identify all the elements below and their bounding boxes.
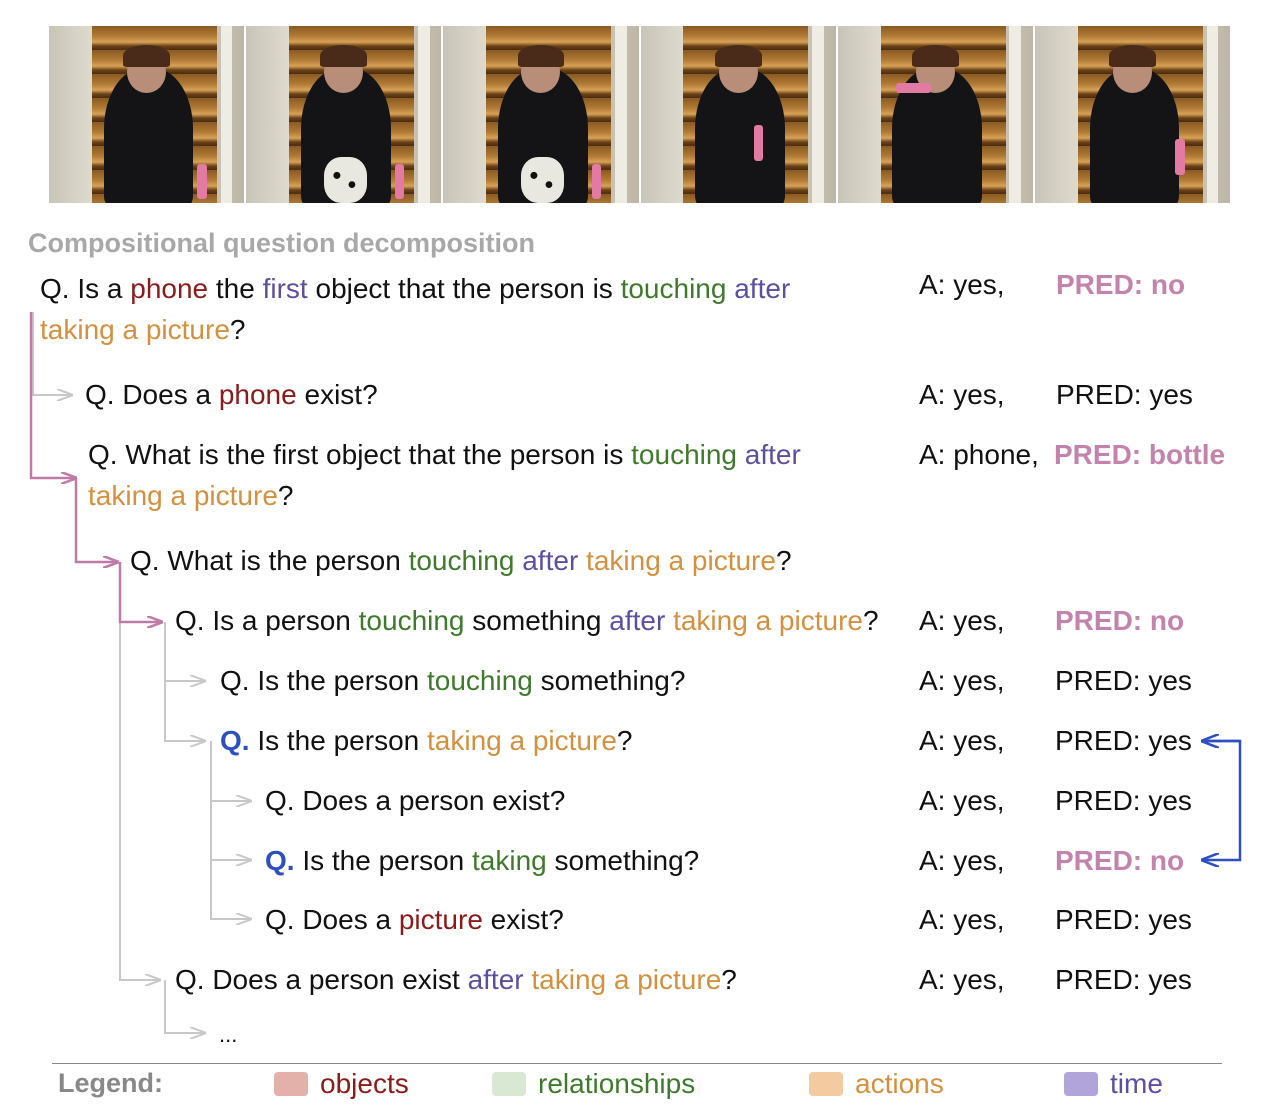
section-title: Compositional question decomposition: [28, 228, 536, 258]
question-taking-picture: Q. Is the person taking a picture?: [220, 725, 633, 756]
legend-swatch-relationships: [492, 1072, 526, 1096]
legend-divider: [52, 1063, 1222, 1064]
prediction-touching-something: PRED: yes: [1055, 665, 1192, 696]
legend-label-actions: actions: [855, 1068, 944, 1099]
video-frame-4: [640, 26, 836, 203]
video-frame-3: [443, 26, 639, 203]
prediction-main: PRED: no: [1056, 269, 1186, 300]
answer-person-exist-after: A: yes,: [919, 964, 1005, 995]
video-frame-2: [246, 26, 442, 203]
answer-touching-something: A: yes,: [919, 665, 1005, 696]
prediction-picture-exist: PRED: yes: [1055, 904, 1192, 935]
question-person-exist: Q. Does a person exist?: [265, 785, 566, 816]
question-ellipsis: ...: [219, 1022, 238, 1047]
video-frame-1: [49, 26, 245, 203]
legend-item-time: time: [1064, 1068, 1163, 1100]
legend-swatch-actions: [809, 1072, 843, 1096]
answer-phone-exist: A: yes,: [919, 379, 1005, 410]
question-taking-something: Q. Is the person taking something?: [265, 845, 700, 876]
legend-item-objects: objects: [274, 1068, 409, 1100]
legend-item-actions: actions: [809, 1068, 944, 1100]
prediction-person-exist-after: PRED: yes: [1055, 964, 1192, 995]
question-phone-exist: Q. Does a phone exist?: [85, 379, 378, 410]
answer-taking-picture: A: yes,: [919, 725, 1005, 756]
question-touching-after: Q. Is a person touching something after …: [175, 605, 879, 636]
question-touching-something: Q. Is the person touching something?: [220, 665, 686, 696]
answer-main: A: yes,: [919, 269, 1005, 300]
legend-swatch-objects: [274, 1072, 308, 1096]
prediction-phone-exist: PRED: yes: [1056, 379, 1193, 410]
prediction-taking-something: PRED: no: [1055, 845, 1185, 876]
question-picture-exist: Q. Does a picture exist?: [265, 904, 564, 935]
legend-label-time: time: [1110, 1068, 1163, 1099]
question-what-touching: Q. What is the person touching after tak…: [130, 545, 792, 576]
question-person-exist-after: Q. Does a person exist after taking a pi…: [175, 964, 737, 995]
answer-taking-something: A: yes,: [919, 845, 1005, 876]
legend-label-relationships: relationships: [538, 1068, 696, 1099]
legend-item-relationships: relationships: [492, 1068, 695, 1100]
video-frame-5: [837, 26, 1033, 203]
prediction-person-exist: PRED: yes: [1055, 785, 1192, 816]
answer-person-exist: A: yes,: [919, 785, 1005, 816]
answer-touching-after: A: yes,: [919, 605, 1005, 636]
question-main: Q. Is a phone the first object that the …: [40, 273, 791, 345]
video-frame-strip: [49, 26, 1231, 203]
prediction-first-object: PRED: bottle: [1054, 439, 1226, 470]
video-frame-6: [1034, 26, 1231, 203]
legend-label-objects: objects: [320, 1068, 409, 1099]
prediction-taking-picture: PRED: yes: [1055, 725, 1192, 756]
legend-title: Legend:: [58, 1068, 163, 1098]
answer-picture-exist: A: yes,: [919, 904, 1005, 935]
answer-first-object: A: phone,: [919, 439, 1039, 470]
prediction-touching-after: PRED: no: [1055, 605, 1185, 636]
question-first-object: Q. What is the first object that the per…: [88, 439, 801, 511]
legend-swatch-time: [1064, 1072, 1098, 1096]
